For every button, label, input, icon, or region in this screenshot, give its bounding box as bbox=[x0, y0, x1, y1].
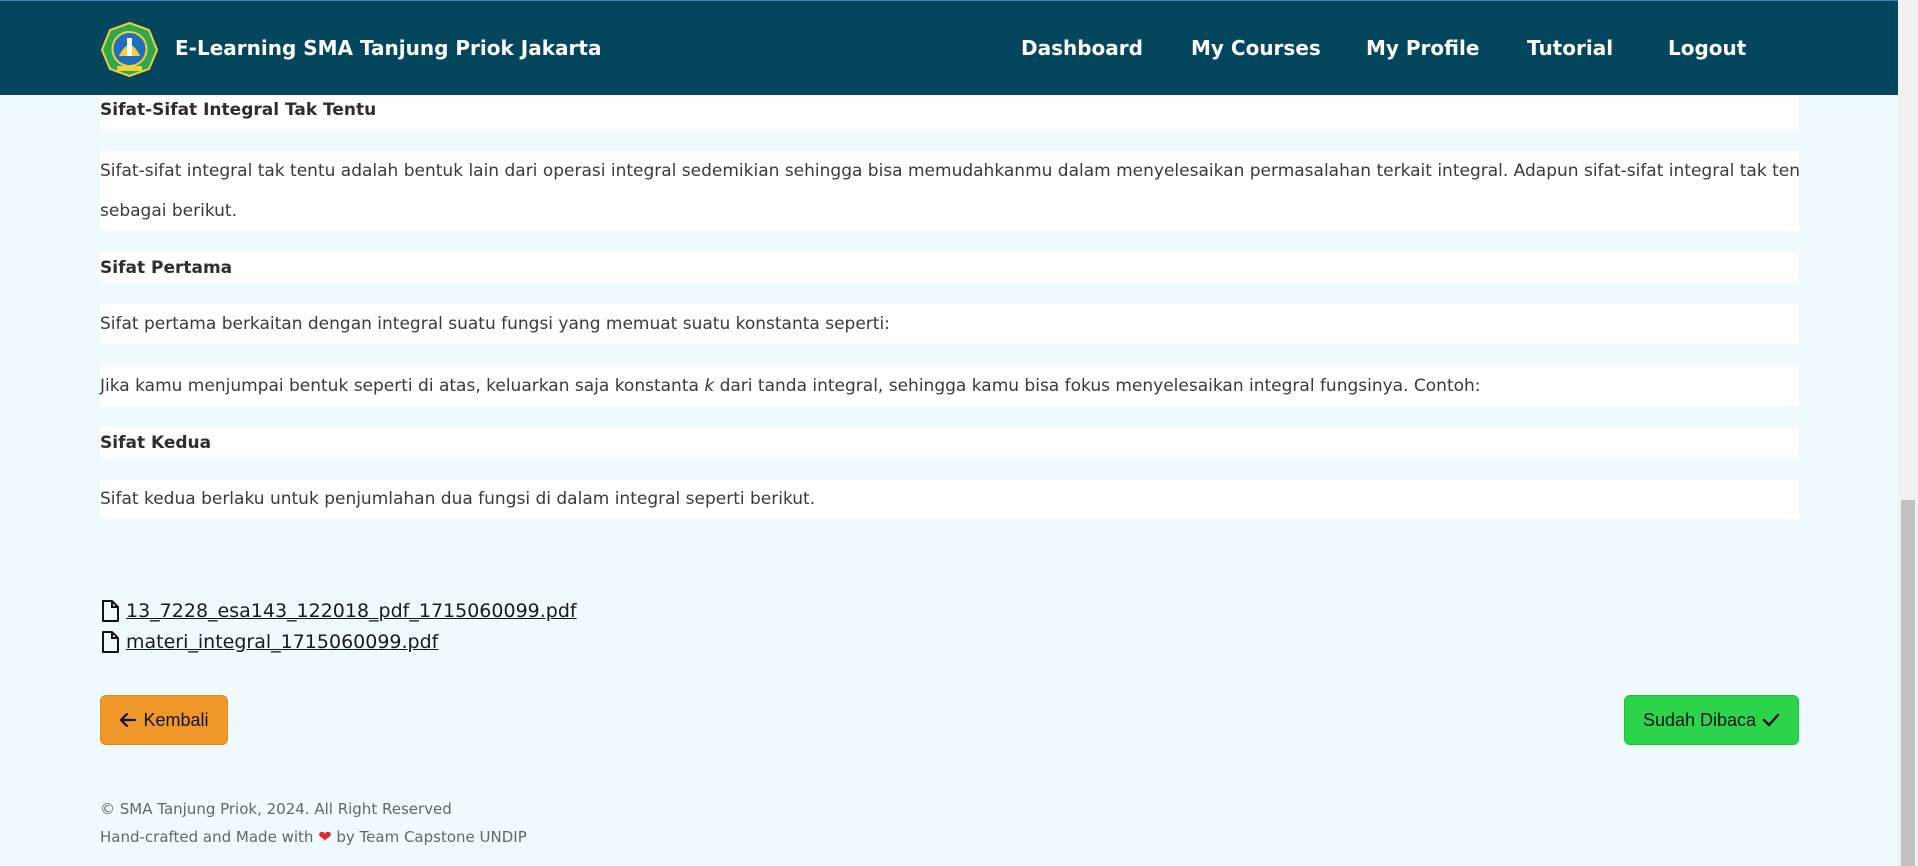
footer-credits: Hand-crafted and Made with ❤ by Team Cap… bbox=[100, 823, 527, 851]
footer-team: by Team Capstone UNDIP bbox=[336, 828, 527, 846]
paragraph-intro: Sifat-sifat integral tak tentu adalah be… bbox=[100, 151, 1799, 231]
school-logo-icon[interactable] bbox=[101, 22, 158, 77]
attachment-link-pdf-1[interactable]: 13_7228_esa143_122018_pdf_1715060099.pdf bbox=[126, 600, 577, 622]
attachment-item[interactable]: materi_integral_1715060099.pdf bbox=[100, 626, 577, 657]
file-icon bbox=[102, 599, 119, 622]
footer-copyright: © SMA Tanjung Priok, 2024. All Right Res… bbox=[100, 800, 452, 818]
paragraph-intro-line1: Sifat-sifat integral tak tentu adalah be… bbox=[100, 161, 1799, 181]
paragraph-konstanta-a: Jika kamu menjumpai bentuk seperti di at… bbox=[100, 376, 705, 396]
paragraph-konstanta: Jika kamu menjumpai bentuk seperti di at… bbox=[100, 366, 1799, 406]
heading-sifat-pertama: Sifat Pertama bbox=[100, 252, 1799, 283]
file-icon bbox=[102, 630, 119, 653]
nav-logout[interactable]: Logout bbox=[1668, 36, 1746, 60]
back-button[interactable]: Kembali bbox=[100, 695, 228, 745]
footer-made-with: Hand-crafted and Made with bbox=[100, 828, 314, 846]
arrow-left-icon bbox=[120, 712, 137, 728]
nav-tutorial[interactable]: Tutorial bbox=[1527, 36, 1613, 60]
heading-sifat-integral: Sifat-Sifat Integral Tak Tentu bbox=[100, 95, 1799, 130]
top-navbar: E-Learning SMA Tanjung Priok Jakarta Das… bbox=[0, 0, 1898, 95]
brand-title[interactable]: E-Learning SMA Tanjung Priok Jakarta bbox=[175, 36, 601, 60]
heading-sifat-kedua: Sifat Kedua bbox=[100, 427, 1799, 458]
nav-my-profile[interactable]: My Profile bbox=[1366, 36, 1479, 60]
mark-as-read-label: Sudah Dibaca bbox=[1642, 709, 1757, 730]
footer: © SMA Tanjung Priok, 2024. All Right Res… bbox=[100, 795, 527, 851]
attachment-list: 13_7228_esa143_122018_pdf_1715060099.pdf… bbox=[100, 595, 577, 657]
attachment-item[interactable]: 13_7228_esa143_122018_pdf_1715060099.pdf bbox=[100, 595, 577, 626]
attachment-link-pdf-2[interactable]: materi_integral_1715060099.pdf bbox=[126, 631, 438, 653]
paragraph-konstanta-b: dari tanda integral, sehingga kamu bisa … bbox=[714, 376, 1481, 396]
paragraph-sifat-kedua: Sifat kedua berlaku untuk penjumlahan du… bbox=[100, 479, 1799, 519]
check-icon bbox=[1762, 713, 1780, 727]
nav-my-courses[interactable]: My Courses bbox=[1191, 36, 1321, 60]
konstanta-k: k bbox=[704, 376, 715, 396]
nav-dashboard[interactable]: Dashboard bbox=[1021, 36, 1143, 60]
paragraph-intro-line2: sebagai berikut. bbox=[100, 201, 237, 221]
scrollbar-thumb[interactable] bbox=[1901, 500, 1915, 866]
paragraph-sifat-pertama: Sifat pertama berkaitan dengan integral … bbox=[100, 304, 1799, 344]
heart-icon: ❤ bbox=[318, 827, 332, 846]
back-button-label: Kembali bbox=[143, 709, 209, 730]
mark-as-read-button[interactable]: Sudah Dibaca bbox=[1624, 695, 1799, 745]
